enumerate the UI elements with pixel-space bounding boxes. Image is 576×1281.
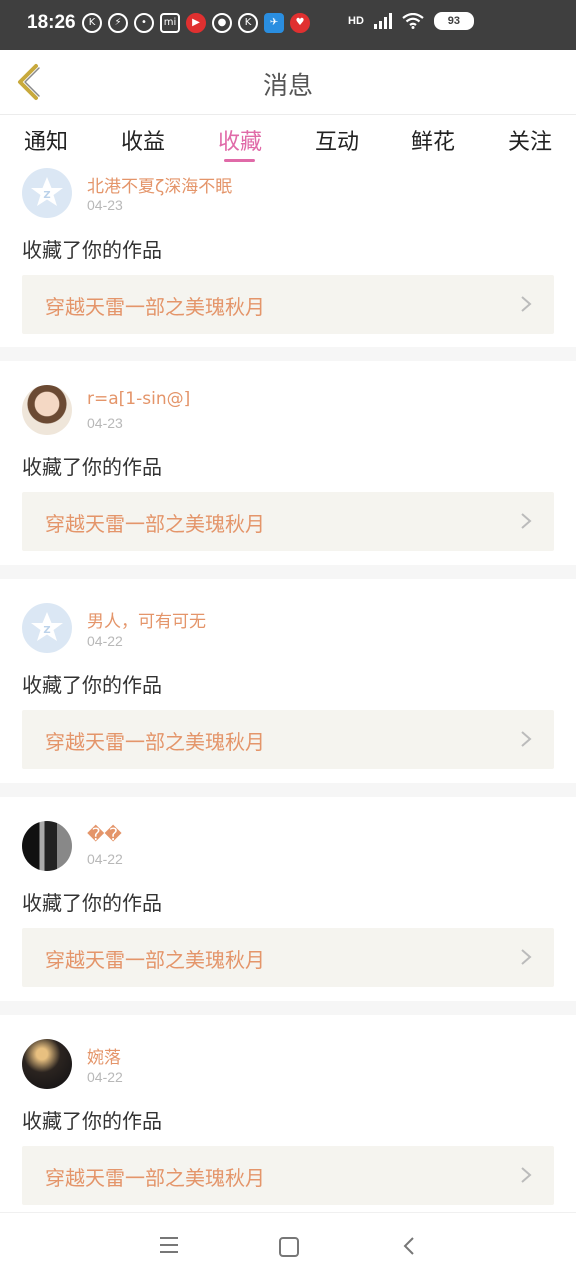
message-card: Z 男人，可有可无 04-22 收藏了你的作品 穿越天雷一部之美瑰秋月: [0, 579, 576, 783]
system-nav-bar: [0, 1212, 576, 1281]
chevron-right-icon: [521, 296, 532, 312]
action-text: 收藏了你的作品: [22, 891, 162, 915]
message-date: 04-23: [87, 415, 123, 431]
work-title: 穿越天雷一部之美瑰秋月: [45, 948, 265, 972]
message-list: Z 北港不夏ζ深海不眠 04-23 收藏了你的作品 穿越天雷一部之美瑰秋月 r=…: [0, 166, 576, 1212]
nav-back-icon[interactable]: [400, 1235, 420, 1257]
user-avatar[interactable]: [22, 1039, 72, 1089]
action-text: 收藏了你的作品: [22, 673, 162, 697]
default-avatar[interactable]: Z: [22, 168, 72, 218]
home-icon[interactable]: [279, 1237, 299, 1257]
tab-bar: 通知 收益 收藏 互动 鲜花 关注: [0, 116, 576, 166]
mi-app-icon: mi: [160, 13, 180, 33]
status-bar: 18:26 K ⚡ • mi ▶ ● K ✈ ♥ HD 93: [0, 0, 576, 50]
username[interactable]: ��: [87, 825, 122, 845]
card-divider: [0, 783, 576, 797]
user-avatar[interactable]: [22, 821, 72, 871]
action-text: 收藏了你的作品: [22, 1109, 162, 1133]
message-card: r=a[1-sin@] 04-23 收藏了你的作品 穿越天雷一部之美瑰秋月: [0, 361, 576, 565]
user-avatar[interactable]: [22, 385, 72, 435]
tab-interactions[interactable]: 互动: [315, 124, 359, 156]
work-link[interactable]: 穿越天雷一部之美瑰秋月: [22, 928, 554, 987]
shield-icon: ⚡: [108, 13, 128, 33]
username[interactable]: 男人，可有可无: [87, 607, 206, 632]
action-text: 收藏了你的作品: [22, 238, 162, 262]
weibo-icon: ●: [212, 13, 232, 33]
message-date: 04-22: [87, 633, 123, 649]
message-date: 04-23: [87, 197, 123, 213]
card-divider: [0, 1001, 576, 1015]
battery-icon: 93: [433, 12, 474, 30]
chevron-right-icon: [521, 513, 532, 529]
work-title: 穿越天雷一部之美瑰秋月: [45, 512, 265, 536]
header: 消息: [0, 50, 576, 115]
bird-app-icon: ✈: [264, 13, 284, 33]
status-time: 18:26: [27, 12, 76, 33]
work-title: 穿越天雷一部之美瑰秋月: [45, 730, 265, 754]
star-avatar-icon: Z: [31, 177, 63, 206]
active-tab-indicator: [224, 159, 255, 162]
username[interactable]: 婉落: [87, 1043, 121, 1068]
work-link[interactable]: 穿越天雷一部之美瑰秋月: [22, 275, 554, 334]
svg-text:Z: Z: [43, 625, 50, 636]
wifi-icon: [402, 13, 424, 29]
chevron-right-icon: [521, 1167, 532, 1183]
video-app-icon: ▶: [186, 13, 206, 33]
default-avatar[interactable]: Z: [22, 603, 72, 653]
svg-text:Z: Z: [43, 190, 50, 201]
tab-following[interactable]: 关注: [508, 124, 552, 156]
work-title: 穿越天雷一部之美瑰秋月: [45, 295, 265, 319]
message-date: 04-22: [87, 851, 123, 867]
action-text: 收藏了你的作品: [22, 455, 162, 479]
card-divider: [0, 565, 576, 579]
chevron-right-icon: [521, 731, 532, 747]
card-divider: [0, 347, 576, 361]
notification-icons: K ⚡ • mi ▶ ● K ✈ ♥: [82, 13, 310, 33]
chevron-right-icon: [521, 949, 532, 965]
message-card: �� 04-22 收藏了你的作品 穿越天雷一部之美瑰秋月: [0, 797, 576, 1001]
message-card: 婉落 04-22 收藏了你的作品 穿越天雷一部之美瑰秋月: [0, 1015, 576, 1212]
username[interactable]: 北港不夏ζ深海不眠: [87, 172, 232, 197]
signal-icon: HD: [348, 15, 364, 27]
star-avatar-icon: Z: [31, 612, 63, 641]
tab-earnings[interactable]: 收益: [121, 124, 165, 156]
page-title: 消息: [262, 71, 313, 100]
wechat-icon: •: [134, 13, 154, 33]
message-date: 04-22: [87, 1069, 123, 1085]
menu-icon[interactable]: [160, 1237, 178, 1253]
message-card: Z 北港不夏ζ深海不眠 04-23 收藏了你的作品 穿越天雷一部之美瑰秋月: [0, 166, 576, 347]
k-app-icon-2: K: [238, 13, 258, 33]
work-link[interactable]: 穿越天雷一部之美瑰秋月: [22, 492, 554, 551]
username[interactable]: r=a[1-sin@]: [87, 389, 190, 409]
tab-notifications[interactable]: 通知: [24, 124, 68, 156]
system-indicators: HD 93: [348, 12, 474, 30]
work-link[interactable]: 穿越天雷一部之美瑰秋月: [22, 710, 554, 769]
work-title: 穿越天雷一部之美瑰秋月: [45, 1166, 265, 1190]
signal-bars-icon: [373, 13, 392, 29]
tab-flowers[interactable]: 鲜花: [411, 124, 455, 156]
tab-favorites[interactable]: 收藏: [218, 124, 262, 156]
heart-app-icon: ♥: [290, 13, 310, 33]
work-link[interactable]: 穿越天雷一部之美瑰秋月: [22, 1146, 554, 1205]
k-app-icon: K: [82, 13, 102, 33]
